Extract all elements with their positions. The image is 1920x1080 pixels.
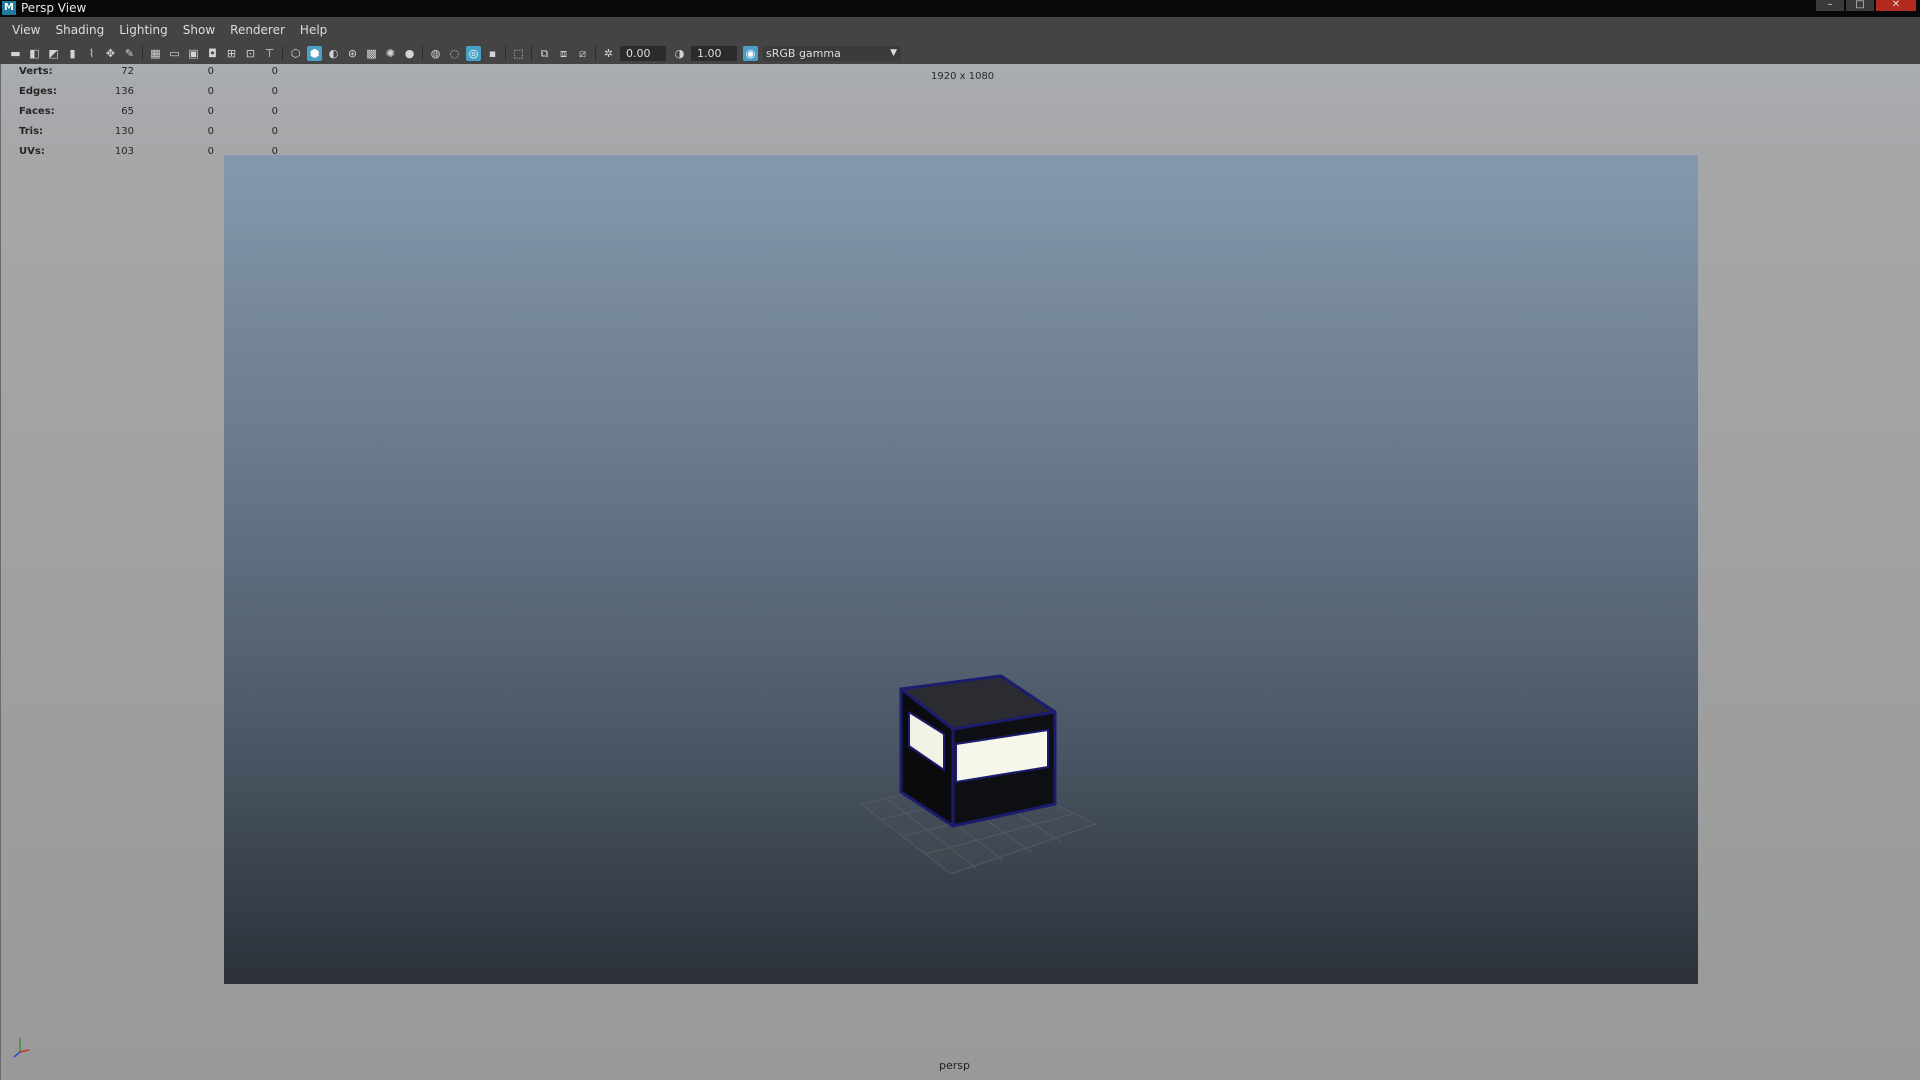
menu-shading[interactable]: Shading <box>55 23 104 37</box>
maya-logo-icon: M <box>2 1 16 15</box>
toolbar-separator <box>142 46 143 61</box>
view-transform-value: sRGB gamma <box>766 47 841 60</box>
hud-value: 0 <box>207 86 214 97</box>
hud-value: 136 <box>114 86 134 97</box>
toolbar-separator <box>282 46 283 61</box>
screen-space-ao-icon[interactable]: ◍ <box>428 46 443 61</box>
toolbar-separator <box>531 46 532 61</box>
textured-icon[interactable]: ▩ <box>364 46 379 61</box>
film-gate-icon[interactable]: ▭ <box>167 46 182 61</box>
hud-value: 0 <box>271 126 278 137</box>
wireframe-icon[interactable]: ⬡ <box>288 46 303 61</box>
camera-bookmark-icon[interactable]: ◩ <box>46 46 61 61</box>
viewport-panel[interactable]: Verts: 72 0 0 Edges: 136 0 0 Faces: 65 0… <box>0 64 1920 1080</box>
axis-gizmo-icon <box>13 1038 30 1058</box>
hud-row-edges: Edges: 136 0 0 <box>19 86 279 106</box>
motion-blur-icon[interactable]: ◌ <box>447 46 462 61</box>
exposure-field[interactable]: 0.00 <box>620 46 666 61</box>
select-camera-icon[interactable]: ▬ <box>8 46 23 61</box>
hud-value: 0 <box>207 106 214 117</box>
cube-object[interactable] <box>841 674 1121 914</box>
shadows-icon[interactable]: ● <box>402 46 417 61</box>
gate-mask-icon[interactable]: ◘ <box>205 46 220 61</box>
hud-value: 0 <box>207 66 214 77</box>
resolution-gate-icon[interactable]: ▣ <box>186 46 201 61</box>
hud-value: 130 <box>114 126 134 137</box>
wireframe-on-shaded-icon[interactable]: ⊛ <box>345 46 360 61</box>
hud-value: 72 <box>121 66 134 77</box>
depth-of-field-icon[interactable]: ▪ <box>485 46 500 61</box>
gamma-field[interactable]: 1.00 <box>691 46 737 61</box>
isolate-select-icon[interactable]: ⬚ <box>511 46 526 61</box>
menu-renderer[interactable]: Renderer <box>230 23 285 37</box>
menu-bar: View Shading Lighting Show Renderer Help <box>0 17 1920 43</box>
menu-view[interactable]: View <box>12 23 40 37</box>
resolution-gate-label: 1920 x 1080 <box>931 71 995 82</box>
hud-value: 0 <box>271 106 278 117</box>
hud-value: 0 <box>207 126 214 137</box>
xray-joints-icon[interactable]: ⧈ <box>556 46 571 61</box>
hud-row-tris: Tris: 130 0 0 <box>19 126 279 146</box>
poly-count-hud: Verts: 72 0 0 Edges: 136 0 0 Faces: 65 0… <box>19 66 279 166</box>
grid-icon[interactable]: ▦ <box>148 46 163 61</box>
camera-name-label: persp <box>939 1059 970 1072</box>
toolbar-separator <box>505 46 506 61</box>
safe-title-icon[interactable]: ⊤ <box>262 46 277 61</box>
hud-value: 0 <box>207 146 214 157</box>
toolbar-separator <box>422 46 423 61</box>
xray-active-components-icon[interactable]: ⧄ <box>575 46 590 61</box>
window-title: Persp View <box>21 1 87 15</box>
grease-pencil-icon[interactable]: ✎ <box>122 46 137 61</box>
menu-show[interactable]: Show <box>183 23 215 37</box>
title-bar: M Persp View – □ ✕ <box>0 0 1920 17</box>
menu-help[interactable]: Help <box>300 23 327 37</box>
2d-pan-zoom-icon[interactable]: ✥ <box>103 46 118 61</box>
xray-icon[interactable]: ⧉ <box>537 46 552 61</box>
view-transform-dropdown[interactable]: sRGB gamma ▼ <box>762 46 901 61</box>
maximize-button[interactable]: □ <box>1846 0 1874 11</box>
close-button[interactable]: ✕ <box>1876 0 1916 11</box>
field-chart-icon[interactable]: ⊞ <box>224 46 239 61</box>
exposure-icon[interactable]: ✲ <box>601 46 616 61</box>
window-controls: – □ ✕ <box>1816 0 1916 12</box>
menu-lighting[interactable]: Lighting <box>119 23 168 37</box>
panel-toolbar: ▬ ◧ ◩ ▮ ⌇ ✥ ✎ ▦ ▭ ▣ ◘ ⊞ ⊡ ⊤ ⬡ ⬢ ◐ ⊛ ▩ ✺ … <box>0 43 1920 65</box>
toolbar-separator <box>595 46 596 61</box>
hud-value: 0 <box>271 86 278 97</box>
minimize-button[interactable]: – <box>1816 0 1844 11</box>
bookmark-icon[interactable]: ▮ <box>65 46 80 61</box>
hud-value: 103 <box>114 146 134 157</box>
cube-mesh[interactable] <box>899 674 1057 828</box>
color-management-icon[interactable]: ◉ <box>743 46 758 61</box>
default-material-icon[interactable]: ◐ <box>326 46 341 61</box>
hud-row-verts: Verts: 72 0 0 <box>19 66 279 86</box>
gamma-icon[interactable]: ◑ <box>672 46 687 61</box>
safe-action-icon[interactable]: ⊡ <box>243 46 258 61</box>
hud-value: 0 <box>271 66 278 77</box>
use-all-lights-icon[interactable]: ✺ <box>383 46 398 61</box>
camera-attributes-icon[interactable]: ◧ <box>27 46 42 61</box>
anti-aliasing-icon[interactable]: ◎ <box>466 46 481 61</box>
chevron-down-icon: ▼ <box>890 48 897 58</box>
hud-value: 65 <box>121 106 134 117</box>
smooth-shade-icon[interactable]: ⬢ <box>307 46 322 61</box>
hud-row-faces: Faces: 65 0 0 <box>19 106 279 126</box>
image-plane-icon[interactable]: ⌇ <box>84 46 99 61</box>
